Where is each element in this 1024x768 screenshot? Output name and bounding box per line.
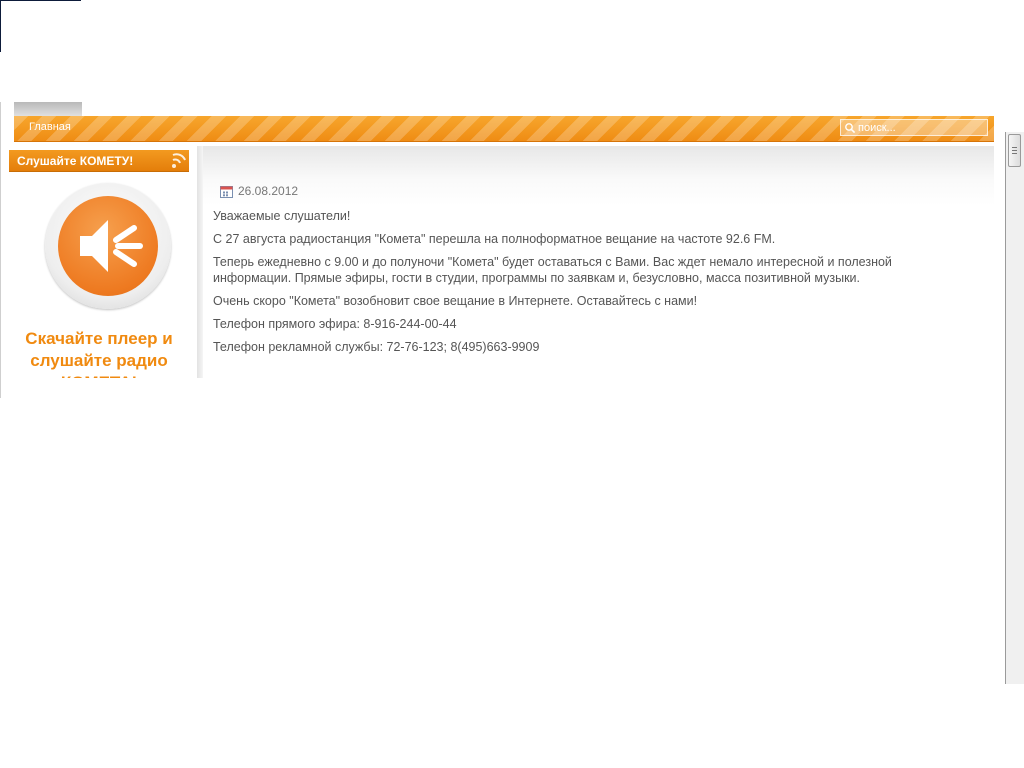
scrollbar-grip-line bbox=[1012, 150, 1017, 151]
article-date: 26.08.2012 bbox=[238, 184, 299, 198]
sidebar-listen-panel: Слушайте КОМЕТУ! Скачайте плеер и слушай… bbox=[9, 150, 189, 378]
article-date-row: 26.08.2012 bbox=[220, 184, 298, 198]
window-corner-frame bbox=[0, 0, 81, 52]
vertical-scrollbar[interactable] bbox=[1005, 132, 1024, 684]
search-icon bbox=[845, 122, 856, 133]
article-paragraph: Телефон прямого эфира: 8-916-244-00-44 bbox=[213, 317, 457, 331]
search-input[interactable] bbox=[856, 120, 978, 135]
main-content: 26.08.2012 Уважаемые слушатели! С 27 авг… bbox=[203, 146, 994, 378]
article-paragraph: Телефон рекламной службы: 72-76-123; 8(4… bbox=[213, 340, 540, 354]
article-paragraph: Уважаемые слушатели! bbox=[213, 209, 351, 223]
listen-player-button[interactable] bbox=[45, 183, 171, 309]
calendar-icon bbox=[220, 185, 233, 198]
scrollbar-grip-line bbox=[1012, 147, 1017, 148]
sidebar-header: Слушайте КОМЕТУ! bbox=[9, 150, 189, 172]
nav-link-home[interactable]: Главная bbox=[29, 121, 71, 133]
article-body: Уважаемые слушатели! С 27 августа радиос… bbox=[213, 208, 973, 362]
article-paragraph: Теперь ежедневно с 9.00 и до полуночи "К… bbox=[213, 255, 892, 285]
download-player-promo[interactable]: Скачайте плеер и слушайте радио КОМЕТА! bbox=[9, 328, 189, 378]
speaker-icon bbox=[80, 220, 143, 272]
sidebar-header-title: Слушайте КОМЕТУ! bbox=[17, 154, 134, 168]
article-paragraph: С 27 августа радиостанция "Комета" переш… bbox=[213, 232, 776, 246]
speaker-button-face bbox=[58, 196, 158, 296]
top-navigation-bar: Главная bbox=[14, 116, 994, 142]
radio-waves-icon bbox=[172, 153, 186, 168]
search-box[interactable] bbox=[840, 119, 988, 136]
scrollbar-grip-line bbox=[1012, 153, 1017, 154]
scrollbar-thumb[interactable] bbox=[1008, 134, 1021, 167]
article-paragraph: Очень скоро "Комета" возобновит свое вещ… bbox=[213, 294, 698, 308]
